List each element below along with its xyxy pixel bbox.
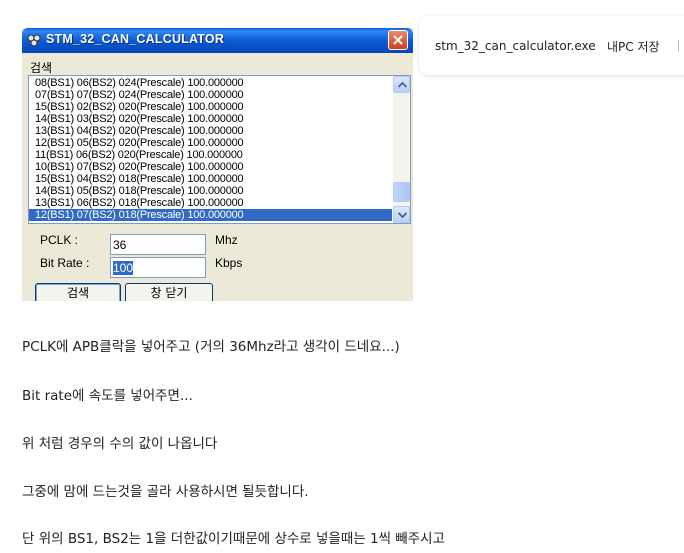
- paragraph: 위 처럼 경우의 수의 값이 나옵니다: [22, 436, 218, 452]
- list-item[interactable]: 07(BS1) 07(BS2) 024(Prescale) 100.000000: [29, 89, 392, 101]
- list-item[interactable]: 14(BS1) 05(BS2) 018(Prescale) 100.000000: [29, 185, 392, 197]
- title-bar[interactable]: STM_32_CAN_CALCULATOR: [22, 28, 413, 53]
- app-icon: [27, 34, 41, 47]
- list-item[interactable]: 15(BS1) 04(BS2) 018(Prescale) 100.000000: [29, 173, 392, 185]
- list-item[interactable]: 10(BS1) 07(BS2) 020(Prescale) 100.000000: [29, 161, 392, 173]
- list-item[interactable]: 14(BS1) 03(BS2) 020(Prescale) 100.000000: [29, 113, 392, 125]
- can-calculator-window: STM_32_CAN_CALCULATOR 검색 08(BS1) 06(BS2)…: [22, 28, 413, 301]
- list-item[interactable]: 12(BS1) 05(BS2) 020(Prescale) 100.000000: [29, 137, 392, 149]
- download-filename-link[interactable]: stm_32_can_calculator.exe: [435, 39, 596, 53]
- download-chip: stm_32_can_calculator.exe 내PC 저장: [419, 16, 684, 75]
- close-window-button[interactable]: 창 닫기: [125, 283, 213, 301]
- scroll-up-button[interactable]: [393, 76, 410, 93]
- bitrate-input[interactable]: 100: [110, 257, 206, 278]
- result-listbox[interactable]: 08(BS1) 06(BS2) 024(Prescale) 100.000000…: [28, 75, 411, 224]
- list-item[interactable]: 08(BS1) 06(BS2) 024(Prescale) 100.000000: [29, 77, 392, 89]
- list-item[interactable]: 13(BS1) 04(BS2) 020(Prescale) 100.000000: [29, 125, 392, 137]
- paragraph: Bit rate에 속도를 넣어주면...: [22, 388, 193, 404]
- scroll-thumb[interactable]: [393, 182, 410, 202]
- close-icon: [393, 35, 403, 45]
- menu-search[interactable]: 검색: [30, 59, 52, 76]
- list-item[interactable]: 13(BS1) 06(BS2) 018(Prescale) 100.000000: [29, 197, 392, 209]
- bitrate-value: 100: [113, 261, 134, 275]
- list-item[interactable]: 11(BS1) 06(BS2) 020(Prescale) 100.000000: [29, 149, 392, 161]
- search-button[interactable]: 검색: [35, 283, 121, 301]
- bitrate-unit: Kbps: [215, 256, 243, 270]
- pclk-value: 36: [113, 238, 127, 252]
- paragraph: PCLK에 APB클락을 넣어주고 (거의 36Mhz라고 생각이 드네요...…: [22, 339, 400, 355]
- list-item[interactable]: 15(BS1) 02(BS2) 020(Prescale) 100.000000: [29, 101, 392, 113]
- pclk-unit: Mhz: [215, 233, 238, 247]
- scroll-up-arrow-icon: [398, 82, 407, 88]
- pclk-label: PCLK :: [40, 233, 79, 247]
- scroll-down-arrow-icon: [398, 212, 407, 218]
- close-button[interactable]: [388, 30, 408, 50]
- bitrate-label: Bit Rate :: [40, 256, 90, 270]
- save-to-pc-button[interactable]: 내PC 저장: [607, 38, 660, 55]
- paragraph: 그중에 맘에 드는것을 골라 사용하시면 될듯합니다.: [22, 484, 309, 500]
- list-item-selected[interactable]: 12(BS1) 07(BS2) 018(Prescale) 100.000000: [29, 209, 392, 221]
- paragraph: 단 위의 BS1, BS2는 1을 더한값이기때문에 상수로 넣을때는 1씩 빼…: [22, 531, 445, 547]
- result-rows: 08(BS1) 06(BS2) 024(Prescale) 100.000000…: [29, 76, 392, 221]
- pclk-input[interactable]: 36: [110, 234, 206, 255]
- scroll-down-button[interactable]: [393, 206, 410, 223]
- divider: [678, 40, 679, 52]
- vertical-scrollbar[interactable]: [393, 76, 410, 223]
- window-title: STM_32_CAN_CALCULATOR: [46, 32, 225, 46]
